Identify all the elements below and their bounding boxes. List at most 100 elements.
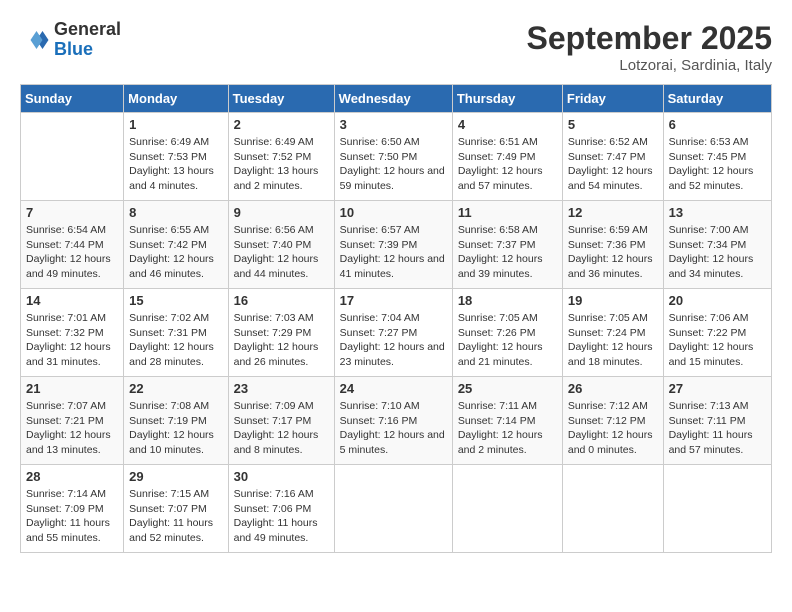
calendar-cell: 26 Sunrise: 7:12 AMSunset: 7:12 PMDayligh… — [562, 377, 663, 465]
day-info: Sunrise: 6:52 AMSunset: 7:47 PMDaylight:… — [568, 135, 658, 194]
day-info: Sunrise: 7:16 AMSunset: 7:06 PMDaylight:… — [234, 487, 329, 546]
calendar-cell: 7 Sunrise: 6:54 AMSunset: 7:44 PMDaylight… — [21, 201, 124, 289]
calendar-week-row: 1 Sunrise: 6:49 AMSunset: 7:53 PMDaylight… — [21, 113, 772, 201]
day-number: 15 — [129, 293, 222, 308]
weekday-header: Monday — [124, 85, 228, 113]
calendar-cell: 12 Sunrise: 6:59 AMSunset: 7:36 PMDayligh… — [562, 201, 663, 289]
calendar-cell: 18 Sunrise: 7:05 AMSunset: 7:26 PMDayligh… — [452, 289, 562, 377]
calendar-cell: 17Sunrise: 7:04 AMSunset: 7:27 PMDayligh… — [334, 289, 452, 377]
day-info: Sunrise: 7:06 AMSunset: 7:22 PMDaylight:… — [669, 311, 766, 370]
day-number: 28 — [26, 469, 118, 484]
weekday-header: Sunday — [21, 85, 124, 113]
calendar-cell: 22Sunrise: 7:08 AMSunset: 7:19 PMDayligh… — [124, 377, 228, 465]
day-info: Sunrise: 6:58 AMSunset: 7:37 PMDaylight:… — [458, 223, 557, 282]
calendar-cell: 16 Sunrise: 7:03 AMSunset: 7:29 PMDayligh… — [228, 289, 334, 377]
calendar-cell: 20 Sunrise: 7:06 AMSunset: 7:22 PMDayligh… — [663, 289, 771, 377]
day-number: 17 — [340, 293, 447, 308]
day-info: Sunrise: 7:11 AMSunset: 7:14 PMDaylight:… — [458, 399, 557, 458]
day-info: Sunrise: 6:57 AMSunset: 7:39 PMDaylight:… — [340, 223, 447, 282]
calendar-cell: 8Sunrise: 6:55 AMSunset: 7:42 PMDaylight… — [124, 201, 228, 289]
calendar-cell: 2 Sunrise: 6:49 AMSunset: 7:52 PMDaylight… — [228, 113, 334, 201]
weekday-header: Wednesday — [334, 85, 452, 113]
day-info: Sunrise: 7:00 AMSunset: 7:34 PMDaylight:… — [669, 223, 766, 282]
day-number: 29 — [129, 469, 222, 484]
day-info: Sunrise: 6:49 AMSunset: 7:53 PMDaylight:… — [129, 135, 222, 194]
day-info: Sunrise: 6:54 AMSunset: 7:44 PMDaylight:… — [26, 223, 118, 282]
day-number: 14 — [26, 293, 118, 308]
weekday-header: Friday — [562, 85, 663, 113]
day-info: Sunrise: 7:03 AMSunset: 7:29 PMDaylight:… — [234, 311, 329, 370]
calendar-cell: 4 Sunrise: 6:51 AMSunset: 7:49 PMDaylight… — [452, 113, 562, 201]
calendar-cell — [452, 465, 562, 553]
calendar-week-row: 28 Sunrise: 7:14 AMSunset: 7:09 PMDayligh… — [21, 465, 772, 553]
day-info: Sunrise: 7:15 AMSunset: 7:07 PMDaylight:… — [129, 487, 222, 546]
calendar-cell: 30Sunrise: 7:16 AMSunset: 7:06 PMDayligh… — [228, 465, 334, 553]
weekday-header: Tuesday — [228, 85, 334, 113]
day-info: Sunrise: 7:05 AMSunset: 7:24 PMDaylight:… — [568, 311, 658, 370]
logo-text: General Blue — [54, 20, 121, 60]
calendar-cell: 6Sunrise: 6:53 AMSunset: 7:45 PMDaylight… — [663, 113, 771, 201]
day-number: 25 — [458, 381, 557, 396]
day-info: Sunrise: 7:13 AMSunset: 7:11 PMDaylight:… — [669, 399, 766, 458]
day-info: Sunrise: 6:59 AMSunset: 7:36 PMDaylight:… — [568, 223, 658, 282]
day-number: 1 — [129, 117, 222, 132]
calendar-cell: 21Sunrise: 7:07 AMSunset: 7:21 PMDayligh… — [21, 377, 124, 465]
day-info: Sunrise: 7:14 AMSunset: 7:09 PMDaylight:… — [26, 487, 118, 546]
day-number: 5 — [568, 117, 658, 132]
day-number: 2 — [234, 117, 329, 132]
calendar-cell — [663, 465, 771, 553]
day-number: 7 — [26, 205, 118, 220]
day-number: 11 — [458, 205, 557, 220]
day-info: Sunrise: 7:10 AMSunset: 7:16 PMDaylight:… — [340, 399, 447, 458]
calendar-cell: 9 Sunrise: 6:56 AMSunset: 7:40 PMDaylight… — [228, 201, 334, 289]
calendar-cell — [562, 465, 663, 553]
location: Lotzorai, Sardinia, Italy — [527, 57, 772, 74]
weekday-header: Thursday — [452, 85, 562, 113]
weekday-header-row: SundayMondayTuesdayWednesdayThursdayFrid… — [21, 85, 772, 113]
calendar-cell: 3Sunrise: 6:50 AMSunset: 7:50 PMDaylight… — [334, 113, 452, 201]
day-number: 22 — [129, 381, 222, 396]
day-number: 8 — [129, 205, 222, 220]
calendar-cell: 13 Sunrise: 7:00 AMSunset: 7:34 PMDayligh… — [663, 201, 771, 289]
page-header: General Blue September 2025 Lotzorai, Sa… — [20, 20, 772, 74]
calendar-week-row: 7 Sunrise: 6:54 AMSunset: 7:44 PMDaylight… — [21, 201, 772, 289]
calendar-cell: 15Sunrise: 7:02 AMSunset: 7:31 PMDayligh… — [124, 289, 228, 377]
calendar-cell: 25 Sunrise: 7:11 AMSunset: 7:14 PMDayligh… — [452, 377, 562, 465]
day-info: Sunrise: 6:56 AMSunset: 7:40 PMDaylight:… — [234, 223, 329, 282]
day-number: 12 — [568, 205, 658, 220]
day-number: 20 — [669, 293, 766, 308]
day-number: 23 — [234, 381, 329, 396]
day-info: Sunrise: 6:51 AMSunset: 7:49 PMDaylight:… — [458, 135, 557, 194]
calendar-week-row: 21Sunrise: 7:07 AMSunset: 7:21 PMDayligh… — [21, 377, 772, 465]
logo: General Blue — [20, 20, 121, 60]
day-number: 19 — [568, 293, 658, 308]
calendar-cell: 29 Sunrise: 7:15 AMSunset: 7:07 PMDayligh… — [124, 465, 228, 553]
day-number: 4 — [458, 117, 557, 132]
calendar-cell: 28 Sunrise: 7:14 AMSunset: 7:09 PMDayligh… — [21, 465, 124, 553]
day-number: 27 — [669, 381, 766, 396]
day-number: 16 — [234, 293, 329, 308]
calendar-cell: 27 Sunrise: 7:13 AMSunset: 7:11 PMDayligh… — [663, 377, 771, 465]
calendar-cell: 23 Sunrise: 7:09 AMSunset: 7:17 PMDayligh… — [228, 377, 334, 465]
day-number: 18 — [458, 293, 557, 308]
calendar-cell — [334, 465, 452, 553]
day-info: Sunrise: 7:12 AMSunset: 7:12 PMDaylight:… — [568, 399, 658, 458]
day-info: Sunrise: 6:49 AMSunset: 7:52 PMDaylight:… — [234, 135, 329, 194]
weekday-header: Saturday — [663, 85, 771, 113]
calendar-header: SundayMondayTuesdayWednesdayThursdayFrid… — [21, 85, 772, 113]
day-number: 26 — [568, 381, 658, 396]
day-info: Sunrise: 7:01 AMSunset: 7:32 PMDaylight:… — [26, 311, 118, 370]
day-number: 9 — [234, 205, 329, 220]
month-year: September 2025 — [527, 20, 772, 57]
calendar-cell: 14 Sunrise: 7:01 AMSunset: 7:32 PMDayligh… — [21, 289, 124, 377]
day-info: Sunrise: 7:05 AMSunset: 7:26 PMDaylight:… — [458, 311, 557, 370]
day-info: Sunrise: 7:09 AMSunset: 7:17 PMDaylight:… — [234, 399, 329, 458]
day-number: 10 — [340, 205, 447, 220]
day-number: 13 — [669, 205, 766, 220]
calendar-body: 1 Sunrise: 6:49 AMSunset: 7:53 PMDaylight… — [21, 113, 772, 553]
calendar-table: SundayMondayTuesdayWednesdayThursdayFrid… — [20, 84, 772, 553]
calendar-cell: 24Sunrise: 7:10 AMSunset: 7:16 PMDayligh… — [334, 377, 452, 465]
calendar-week-row: 14 Sunrise: 7:01 AMSunset: 7:32 PMDayligh… — [21, 289, 772, 377]
title-block: September 2025 Lotzorai, Sardinia, Italy — [527, 20, 772, 74]
day-number: 6 — [669, 117, 766, 132]
